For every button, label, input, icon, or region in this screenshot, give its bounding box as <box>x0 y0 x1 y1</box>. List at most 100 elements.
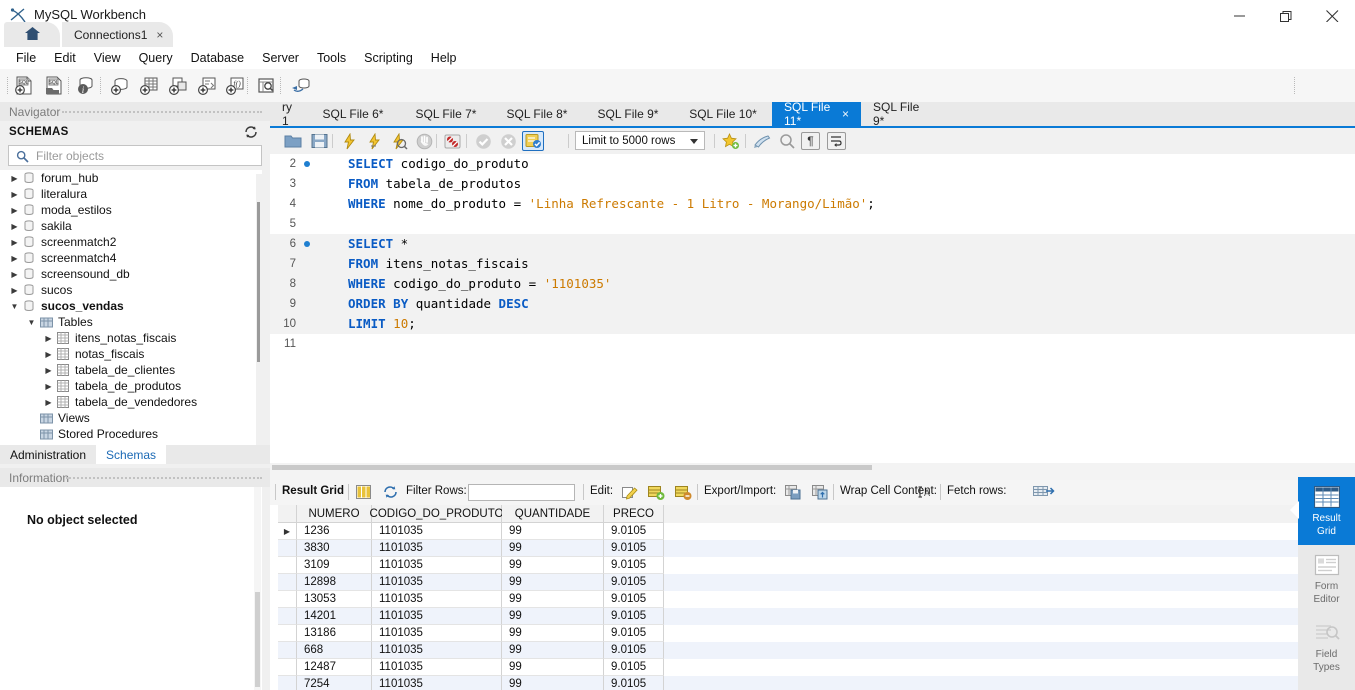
table-row[interactable]: ▶ 1236 1101035 99 9.0105 <box>278 523 1298 540</box>
table-row[interactable]: 668 1101035 99 9.0105 <box>278 642 1298 659</box>
wrap-cell-icon[interactable]: A <box>915 483 935 501</box>
row-selector[interactable] <box>278 642 297 659</box>
table-cell[interactable]: 1101035 <box>372 642 502 659</box>
sidebar-item-field-types[interactable]: Field Types <box>1298 613 1355 681</box>
table-cell[interactable]: 9.0105 <box>604 591 664 608</box>
editor-horizontal-scrollbar[interactable] <box>270 463 1355 472</box>
table-row[interactable]: 12898 1101035 99 9.0105 <box>278 574 1298 591</box>
column-header-numero[interactable]: NUMERO <box>297 505 372 523</box>
server-info-icon[interactable]: i <box>73 73 99 99</box>
sql-tab-5[interactable]: SQL File 10* <box>674 102 772 126</box>
chevron-right-icon[interactable]: ▶ <box>8 286 21 295</box>
menu-file[interactable]: File <box>7 49 45 67</box>
tree-item-moda-estilos[interactable]: ▶ moda_estilos <box>0 202 262 218</box>
connection-tab-connections1[interactable]: Connections1 × <box>62 22 174 47</box>
row-limit-select[interactable]: Limit to 5000 rows <box>575 131 705 150</box>
statement-marker-icon[interactable] <box>304 241 310 247</box>
navigator-tab-schemas[interactable]: Schemas <box>96 445 167 464</box>
result-grid[interactable]: NUMERO CODIGO_DO_PRODUTO QUANTIDADE PRECO ▶… <box>278 505 1298 690</box>
row-selector[interactable] <box>278 659 297 676</box>
table-cell[interactable]: 1101035 <box>372 676 502 690</box>
tree-item-tabela-de-clientes[interactable]: ▶ tabela_de_clientes <box>0 362 262 378</box>
row-selector[interactable] <box>278 608 297 625</box>
code-line-11[interactable]: 11 <box>270 334 1355 354</box>
row-selector[interactable] <box>278 625 297 642</box>
chevron-right-icon[interactable]: ▶ <box>8 190 21 199</box>
tree-item-notas-fiscais[interactable]: ▶ notas_fiscais <box>0 346 262 362</box>
code-line-10[interactable]: 10 LIMIT 10; <box>270 314 1355 334</box>
grid-columns-icon[interactable] <box>353 483 373 501</box>
sql-tab-4[interactable]: SQL File 9* <box>582 102 674 126</box>
table-row[interactable]: 14201 1101035 99 9.0105 <box>278 608 1298 625</box>
information-scrollbar[interactable] <box>254 487 261 690</box>
table-cell[interactable]: 99 <box>502 557 604 574</box>
new-function-icon[interactable]: f() <box>222 73 248 99</box>
table-cell[interactable]: 9.0105 <box>604 676 664 690</box>
table-cell[interactable]: 3830 <box>297 540 372 557</box>
tree-item-literalura[interactable]: ▶ literalura <box>0 186 262 202</box>
column-header-quantidade[interactable]: QUANTIDADE <box>502 505 604 523</box>
table-cell[interactable]: 99 <box>502 608 604 625</box>
chevron-right-icon[interactable]: ▶ <box>8 270 21 279</box>
close-icon[interactable]: × <box>842 107 849 121</box>
chevron-right-icon[interactable]: ▶ <box>8 238 21 247</box>
row-selector[interactable] <box>278 591 297 608</box>
row-selector[interactable] <box>278 676 297 690</box>
chevron-right-icon[interactable]: ▶ <box>42 334 55 343</box>
import-recordset-icon[interactable] <box>810 483 830 501</box>
table-row[interactable]: 3109 1101035 99 9.0105 <box>278 557 1298 574</box>
column-header-preco[interactable]: PRECO <box>604 505 664 523</box>
save-snippet-icon[interactable] <box>720 131 742 151</box>
table-cell[interactable]: 99 <box>502 676 604 690</box>
tree-item-tabela-de-vendedores[interactable]: ▶ tabela_de_vendedores <box>0 394 262 410</box>
rollback-icon[interactable] <box>497 131 519 151</box>
sql-code-editor[interactable]: 2 SELECT codigo_do_produto 3 FROM tabela_de… <box>270 154 1355 472</box>
explain-statement-icon[interactable] <box>388 131 410 151</box>
table-cell[interactable]: 9.0105 <box>604 574 664 591</box>
table-row[interactable]: 7254 1101035 99 9.0105 <box>278 676 1298 690</box>
menu-view[interactable]: View <box>85 49 130 67</box>
code-line-8[interactable]: 8 WHERE codigo_do_produto = '1101035' <box>270 274 1355 294</box>
table-cell[interactable]: 99 <box>502 591 604 608</box>
filter-objects-input[interactable]: Filter objects <box>8 145 262 166</box>
menu-query[interactable]: Query <box>130 49 182 67</box>
tree-item-tabela-de-produtos[interactable]: ▶ tabela_de_produtos <box>0 378 262 394</box>
row-selector[interactable]: ▶ <box>278 523 297 540</box>
sql-tab-1[interactable]: SQL File 6* <box>306 102 400 126</box>
table-cell[interactable]: 9.0105 <box>604 659 664 676</box>
insert-row-icon[interactable] <box>646 483 666 501</box>
code-line-4[interactable]: 4 WHERE nome_do_produto = 'Linha Refresca… <box>270 194 1355 214</box>
table-cell[interactable]: 14201 <box>297 608 372 625</box>
chevron-right-icon[interactable]: ▶ <box>42 350 55 359</box>
table-cell[interactable]: 99 <box>502 642 604 659</box>
new-schema-icon[interactable] <box>107 73 133 99</box>
sql-tab-3[interactable]: SQL File 8* <box>492 102 582 126</box>
menu-edit[interactable]: Edit <box>45 49 85 67</box>
execute-current-statement-icon[interactable] <box>363 131 385 151</box>
close-icon[interactable]: × <box>156 28 163 42</box>
navigator-scrollbar[interactable] <box>256 174 262 456</box>
sql-tab-7[interactable]: SQL File 9* <box>861 100 939 128</box>
menu-tools[interactable]: Tools <box>308 49 355 67</box>
table-cell[interactable]: 99 <box>502 659 604 676</box>
table-cell[interactable]: 9.0105 <box>604 642 664 659</box>
code-line-3[interactable]: 3 FROM tabela_de_produtos <box>270 174 1355 194</box>
table-cell[interactable]: 1101035 <box>372 608 502 625</box>
table-row[interactable]: 13053 1101035 99 9.0105 <box>278 591 1298 608</box>
menu-help[interactable]: Help <box>422 49 466 67</box>
tree-item-sakila[interactable]: ▶ sakila <box>0 218 262 234</box>
chevron-right-icon[interactable]: ▶ <box>8 174 21 183</box>
open-file-icon[interactable] <box>282 131 304 151</box>
table-cell[interactable]: 1101035 <box>372 557 502 574</box>
chevron-down-icon[interactable]: ▼ <box>8 302 21 311</box>
stop-execution-icon[interactable] <box>413 131 435 151</box>
chevron-right-icon[interactable]: ▶ <box>8 206 21 215</box>
sidebar-item-result-grid[interactable]: Result Grid <box>1290 477 1355 545</box>
toggle-stop-on-error-icon[interactable] <box>442 131 464 151</box>
table-cell[interactable]: 9.0105 <box>604 523 664 540</box>
find-icon[interactable] <box>776 131 798 151</box>
chevron-right-icon[interactable]: ▶ <box>42 366 55 375</box>
menu-server[interactable]: Server <box>253 49 308 67</box>
table-row[interactable]: 12487 1101035 99 9.0105 <box>278 659 1298 676</box>
code-line-6[interactable]: 6 SELECT * <box>270 234 1355 254</box>
